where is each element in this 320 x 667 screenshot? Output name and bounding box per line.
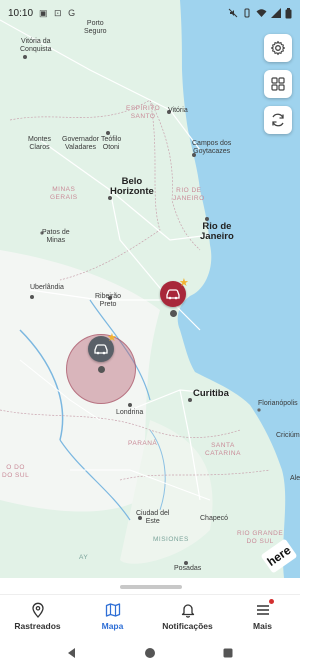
- state-minas-gerais: MINAS GERAIS: [50, 186, 78, 201]
- status-bar: 10:10 ▣ ⊡ G: [0, 0, 300, 26]
- grid-icon: [271, 77, 285, 91]
- map-icon: [105, 603, 120, 617]
- nav-label: Mais: [253, 621, 272, 631]
- location-pin-icon: [31, 602, 44, 618]
- vibrate-icon: [244, 8, 250, 18]
- gear-icon: [270, 40, 286, 56]
- battery-icon: [285, 7, 292, 18]
- bottom-navigation: Rastreados Mapa Notificações Mais: [0, 594, 300, 638]
- back-icon[interactable]: [66, 647, 78, 659]
- refresh-button[interactable]: [264, 106, 292, 134]
- city-montes-claros: Montes Claros: [28, 136, 51, 151]
- city-ale: Ale: [290, 475, 300, 482]
- nav-item-mapa[interactable]: Mapa: [75, 595, 150, 638]
- nav-item-mais[interactable]: Mais: [225, 595, 300, 638]
- mute-icon: [228, 8, 238, 18]
- city-curitiba: Curitiba: [193, 388, 229, 399]
- notification-badge: [269, 599, 274, 604]
- map-view[interactable]: Vitória da Conquista Porto Seguro Teófilo O…: [0, 0, 300, 578]
- nav-item-notificacoes[interactable]: Notificações: [150, 595, 225, 638]
- favorite-star-icon: ★: [107, 332, 117, 344]
- notification-icons: ▣ ⊡ G: [39, 7, 78, 18]
- car-icon: [94, 344, 108, 355]
- city-campos: Campos dos Goytacazes: [192, 140, 232, 155]
- city-patos-de-minas: Patos de Minas: [42, 229, 70, 244]
- city-belo-horizonte: Belo Horizonte: [110, 176, 154, 197]
- favorite-star-icon: ★: [179, 277, 189, 289]
- state-rio-de-janeiro: RIO DE JANEIRO: [173, 187, 205, 202]
- city-posadas: Posadas: [174, 565, 202, 572]
- region-misiones: MISIONES: [153, 536, 189, 543]
- bell-icon: [181, 604, 194, 618]
- city-florianopolis: Florianópolis: [258, 400, 298, 407]
- bottom-sheet-handle[interactable]: [120, 585, 182, 589]
- recents-icon[interactable]: [222, 647, 234, 659]
- system-navigation-bar: [0, 638, 300, 667]
- city-ribeirao-preto: Ribeirão Preto: [95, 293, 122, 308]
- state-parana: PARANÁ: [128, 440, 158, 447]
- settings-button[interactable]: [264, 34, 292, 62]
- city-londrina: Londrina: [116, 409, 144, 416]
- vehicle-location-dot: [98, 366, 105, 373]
- nav-item-rastreados[interactable]: Rastreados: [0, 595, 75, 638]
- nav-label: Notificações: [162, 621, 213, 631]
- nav-label: Mapa: [101, 621, 124, 631]
- status-time: 10:10: [8, 7, 34, 19]
- city-criciuma: Criciúm: [276, 432, 300, 439]
- signal-icon: [271, 8, 281, 18]
- city-vitoria: Vitória: [168, 107, 188, 114]
- system-indicators: [228, 7, 292, 19]
- refresh-icon: [272, 113, 284, 127]
- menu-icon: [256, 605, 269, 615]
- map-layers-button[interactable]: [264, 70, 292, 98]
- state-santa-catarina: SANTA CATARINA: [205, 442, 241, 457]
- city-uberlandia: Uberlândia: [30, 284, 64, 291]
- city-chapeco: Chapecó: [200, 515, 229, 522]
- city-vitoria-da-conquista: Vitória da Conquista: [20, 38, 52, 53]
- wifi-icon: [256, 9, 267, 17]
- city-teofilo-otoni: Teófilo Otoni: [101, 136, 122, 151]
- region-ay: AY: [79, 554, 89, 561]
- city-governador-valadares: Governador Valadares: [62, 136, 99, 151]
- car-icon: [166, 289, 180, 300]
- home-icon[interactable]: [144, 647, 156, 659]
- city-ciudad-del-este: Ciudad del Este: [136, 510, 170, 525]
- state-do-sul-left: O DO DO SUL: [2, 464, 30, 479]
- city-rio-de-janeiro: Rio de Janeiro: [200, 221, 234, 242]
- nav-label: Rastreados: [14, 621, 61, 631]
- state-espirito-santo: ESPÍRITO SANTO: [126, 105, 161, 120]
- vehicle-location-dot: [170, 310, 177, 317]
